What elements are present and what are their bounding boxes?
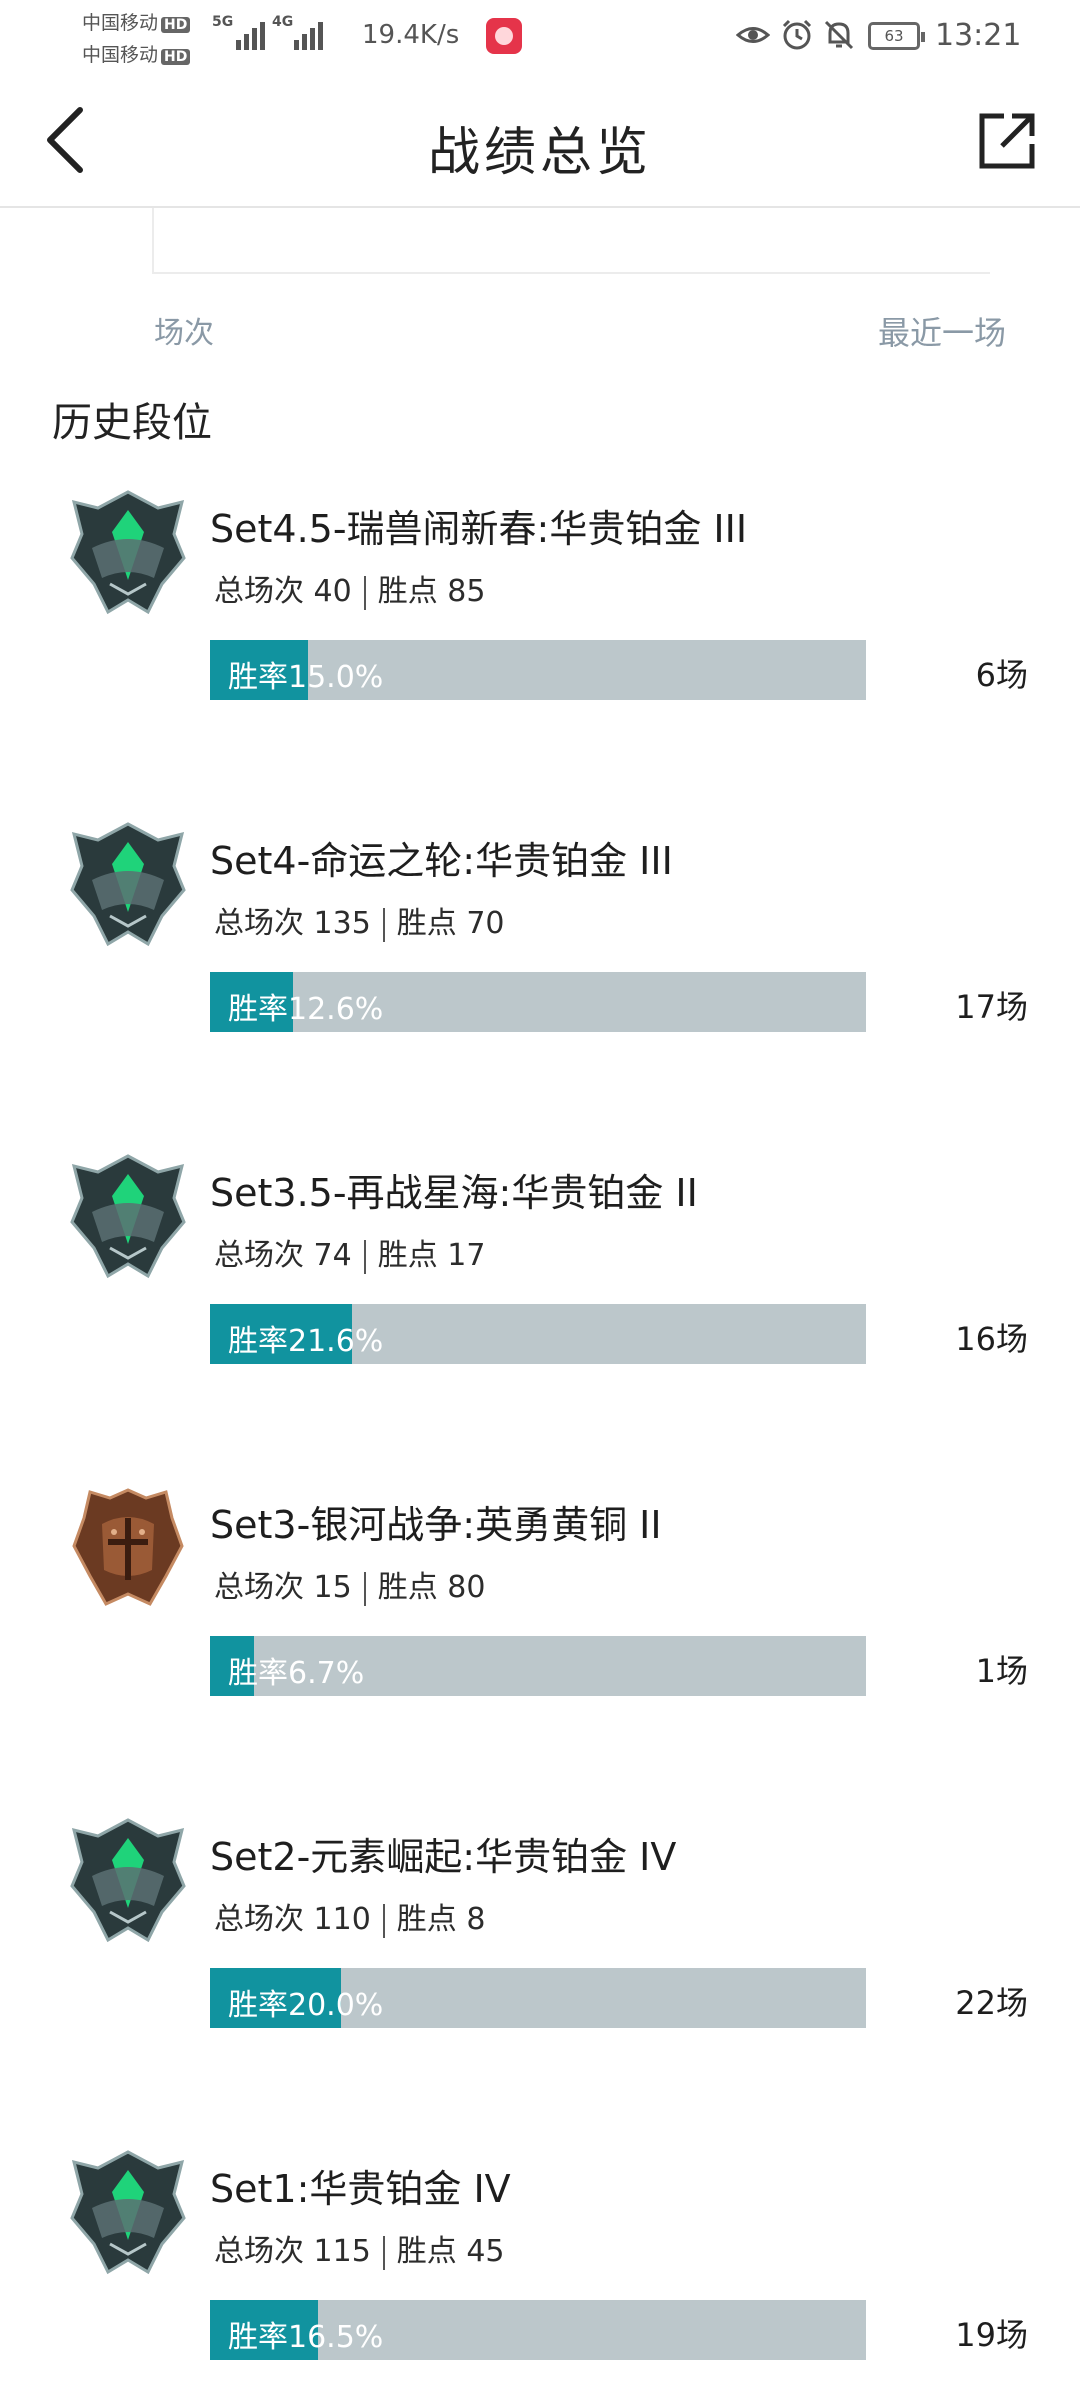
recent-games-count: 17场 bbox=[955, 988, 1028, 1026]
eye-icon bbox=[736, 27, 770, 43]
platinum-rank-emblem-icon bbox=[70, 1154, 186, 1279]
summary-divider bbox=[152, 208, 154, 272]
page-title: 战绩总览 bbox=[427, 123, 652, 183]
platinum-rank-emblem-icon bbox=[70, 2150, 186, 2275]
network-speed: 19.4K/s bbox=[362, 20, 460, 50]
season-title: Set3.5-再战星海:华贵铂金 II bbox=[210, 1171, 698, 1215]
carrier-secondary: 中国移动 HD bbox=[82, 40, 191, 67]
hd-badge: HD bbox=[161, 17, 191, 33]
season-stats: 总场次 40 胜点 85 bbox=[214, 566, 485, 610]
total-games: 总场次 115 bbox=[214, 2234, 371, 2269]
stats-separator bbox=[382, 1903, 385, 1938]
season-stats: 总场次 115 胜点 45 bbox=[214, 2226, 505, 2270]
carrier-primary: 中国移动 HD bbox=[82, 8, 191, 35]
win-rate-bar: 胜率12.6% bbox=[210, 972, 866, 1032]
signal-strength-icon bbox=[236, 16, 265, 50]
total-games: 总场次 74 bbox=[214, 1238, 352, 1273]
navigation-bar: 战绩总览 bbox=[0, 72, 1080, 208]
season-title: Set2-元素崛起:华贵铂金 IV bbox=[210, 1835, 677, 1879]
season-stats: 总场次 110 胜点 8 bbox=[214, 1894, 485, 1938]
platinum-rank-emblem-icon bbox=[70, 822, 186, 947]
win-rate-bar: 胜率15.0% bbox=[210, 640, 866, 700]
alarm-icon bbox=[782, 19, 812, 50]
summary-recent-label: 最近一场 bbox=[877, 314, 1006, 352]
league-points: 胜点 8 bbox=[396, 1902, 486, 1937]
battery-icon: 63 bbox=[868, 22, 925, 50]
season-title: Set3-银河战争:英勇黄铜 II bbox=[210, 1503, 662, 1547]
total-games: 总场次 135 bbox=[214, 906, 371, 941]
win-rate-label: 胜率15.0% bbox=[228, 660, 384, 695]
win-rate-label: 胜率16.5% bbox=[228, 2320, 384, 2355]
season-stats: 总场次 74 胜点 17 bbox=[214, 1230, 485, 1274]
clock: 13:21 bbox=[935, 18, 1022, 53]
summary-baseline bbox=[152, 272, 990, 274]
recent-games-count: 6场 bbox=[975, 656, 1028, 694]
recent-games-count: 19场 bbox=[955, 2316, 1028, 2354]
section-title-rank-history: 历史段位 bbox=[52, 400, 212, 446]
win-rate-label: 胜率21.6% bbox=[228, 1324, 384, 1359]
season-rank-list: Set4.5-瑞兽闹新春:华贵铂金 III 总场次 40 胜点 85 胜率15.0… bbox=[0, 470, 1080, 2400]
season-rank-item[interactable]: Set4.5-瑞兽闹新春:华贵铂金 III 总场次 40 胜点 85 胜率15.0… bbox=[0, 470, 1080, 802]
total-games: 总场次 40 bbox=[214, 574, 352, 609]
season-rank-item[interactable]: Set2-元素崛起:华贵铂金 IV 总场次 110 胜点 8 胜率20.0% 22… bbox=[0, 1798, 1080, 2130]
bell-muted-icon bbox=[824, 20, 854, 50]
season-stats: 总场次 135 胜点 70 bbox=[214, 898, 505, 942]
league-points: 胜点 85 bbox=[377, 574, 486, 609]
notification-app-icon bbox=[486, 18, 522, 54]
win-rate-label: 胜率12.6% bbox=[228, 992, 384, 1027]
season-title: Set4-命运之轮:华贵铂金 III bbox=[210, 839, 673, 883]
total-games: 总场次 15 bbox=[214, 1570, 352, 1605]
stats-separator bbox=[363, 1571, 366, 1606]
hd-badge: HD bbox=[161, 49, 191, 65]
win-rate-label: 胜率6.7% bbox=[228, 1656, 365, 1691]
season-rank-item[interactable]: Set1:华贵铂金 IV 总场次 115 胜点 45 胜率16.5% 19场 bbox=[0, 2130, 1080, 2400]
recent-games-count: 16场 bbox=[955, 1320, 1028, 1358]
network-type-5g: 5G bbox=[212, 14, 234, 30]
season-rank-item[interactable]: Set4-命运之轮:华贵铂金 III 总场次 135 胜点 70 胜率12.6% … bbox=[0, 802, 1080, 1134]
win-rate-bar: 胜率21.6% bbox=[210, 1304, 866, 1364]
recent-games-count: 1场 bbox=[975, 1652, 1028, 1690]
win-rate-bar: 胜率16.5% bbox=[210, 2300, 866, 2360]
stats-separator bbox=[363, 575, 366, 610]
status-bar: 中国移动 HD 中国移动 HD 5G 4G 19.4K/s 63 13:21 bbox=[0, 0, 1080, 72]
network-type-4g: 4G bbox=[272, 14, 294, 30]
season-stats: 总场次 15 胜点 80 bbox=[214, 1562, 485, 1606]
stats-separator bbox=[382, 2235, 385, 2270]
stats-separator bbox=[382, 907, 385, 942]
league-points: 胜点 80 bbox=[377, 1570, 486, 1605]
stats-separator bbox=[363, 1239, 366, 1274]
win-rate-label: 胜率20.0% bbox=[228, 1988, 384, 2023]
league-points: 胜点 70 bbox=[396, 906, 505, 941]
carrier-primary-label: 中国移动 bbox=[82, 12, 159, 34]
win-rate-bar: 胜率20.0% bbox=[210, 1968, 866, 2028]
platinum-rank-emblem-icon bbox=[70, 490, 186, 615]
season-title: Set1:华贵铂金 IV bbox=[210, 2167, 511, 2211]
season-rank-item[interactable]: Set3-银河战争:英勇黄铜 II 总场次 15 胜点 80 胜率6.7% 1场 bbox=[0, 1466, 1080, 1798]
league-points: 胜点 17 bbox=[377, 1238, 486, 1273]
season-title: Set4.5-瑞兽闹新春:华贵铂金 III bbox=[210, 507, 748, 551]
season-rank-item[interactable]: Set3.5-再战星海:华贵铂金 II 总场次 74 胜点 17 胜率21.6% … bbox=[0, 1134, 1080, 1466]
carrier-secondary-label: 中国移动 bbox=[82, 44, 159, 66]
external-share-icon[interactable] bbox=[976, 108, 1040, 172]
total-games: 总场次 110 bbox=[214, 1902, 371, 1937]
win-rate-bar: 胜率6.7% bbox=[210, 1636, 866, 1696]
platinum-rank-emblem-icon bbox=[70, 1818, 186, 1943]
bronze-rank-emblem-icon bbox=[72, 1488, 184, 1606]
recent-games-count: 22场 bbox=[955, 1984, 1028, 2022]
league-points: 胜点 45 bbox=[396, 2234, 505, 2269]
summary-games-label: 场次 bbox=[154, 316, 214, 351]
signal-strength-icon bbox=[294, 16, 323, 50]
